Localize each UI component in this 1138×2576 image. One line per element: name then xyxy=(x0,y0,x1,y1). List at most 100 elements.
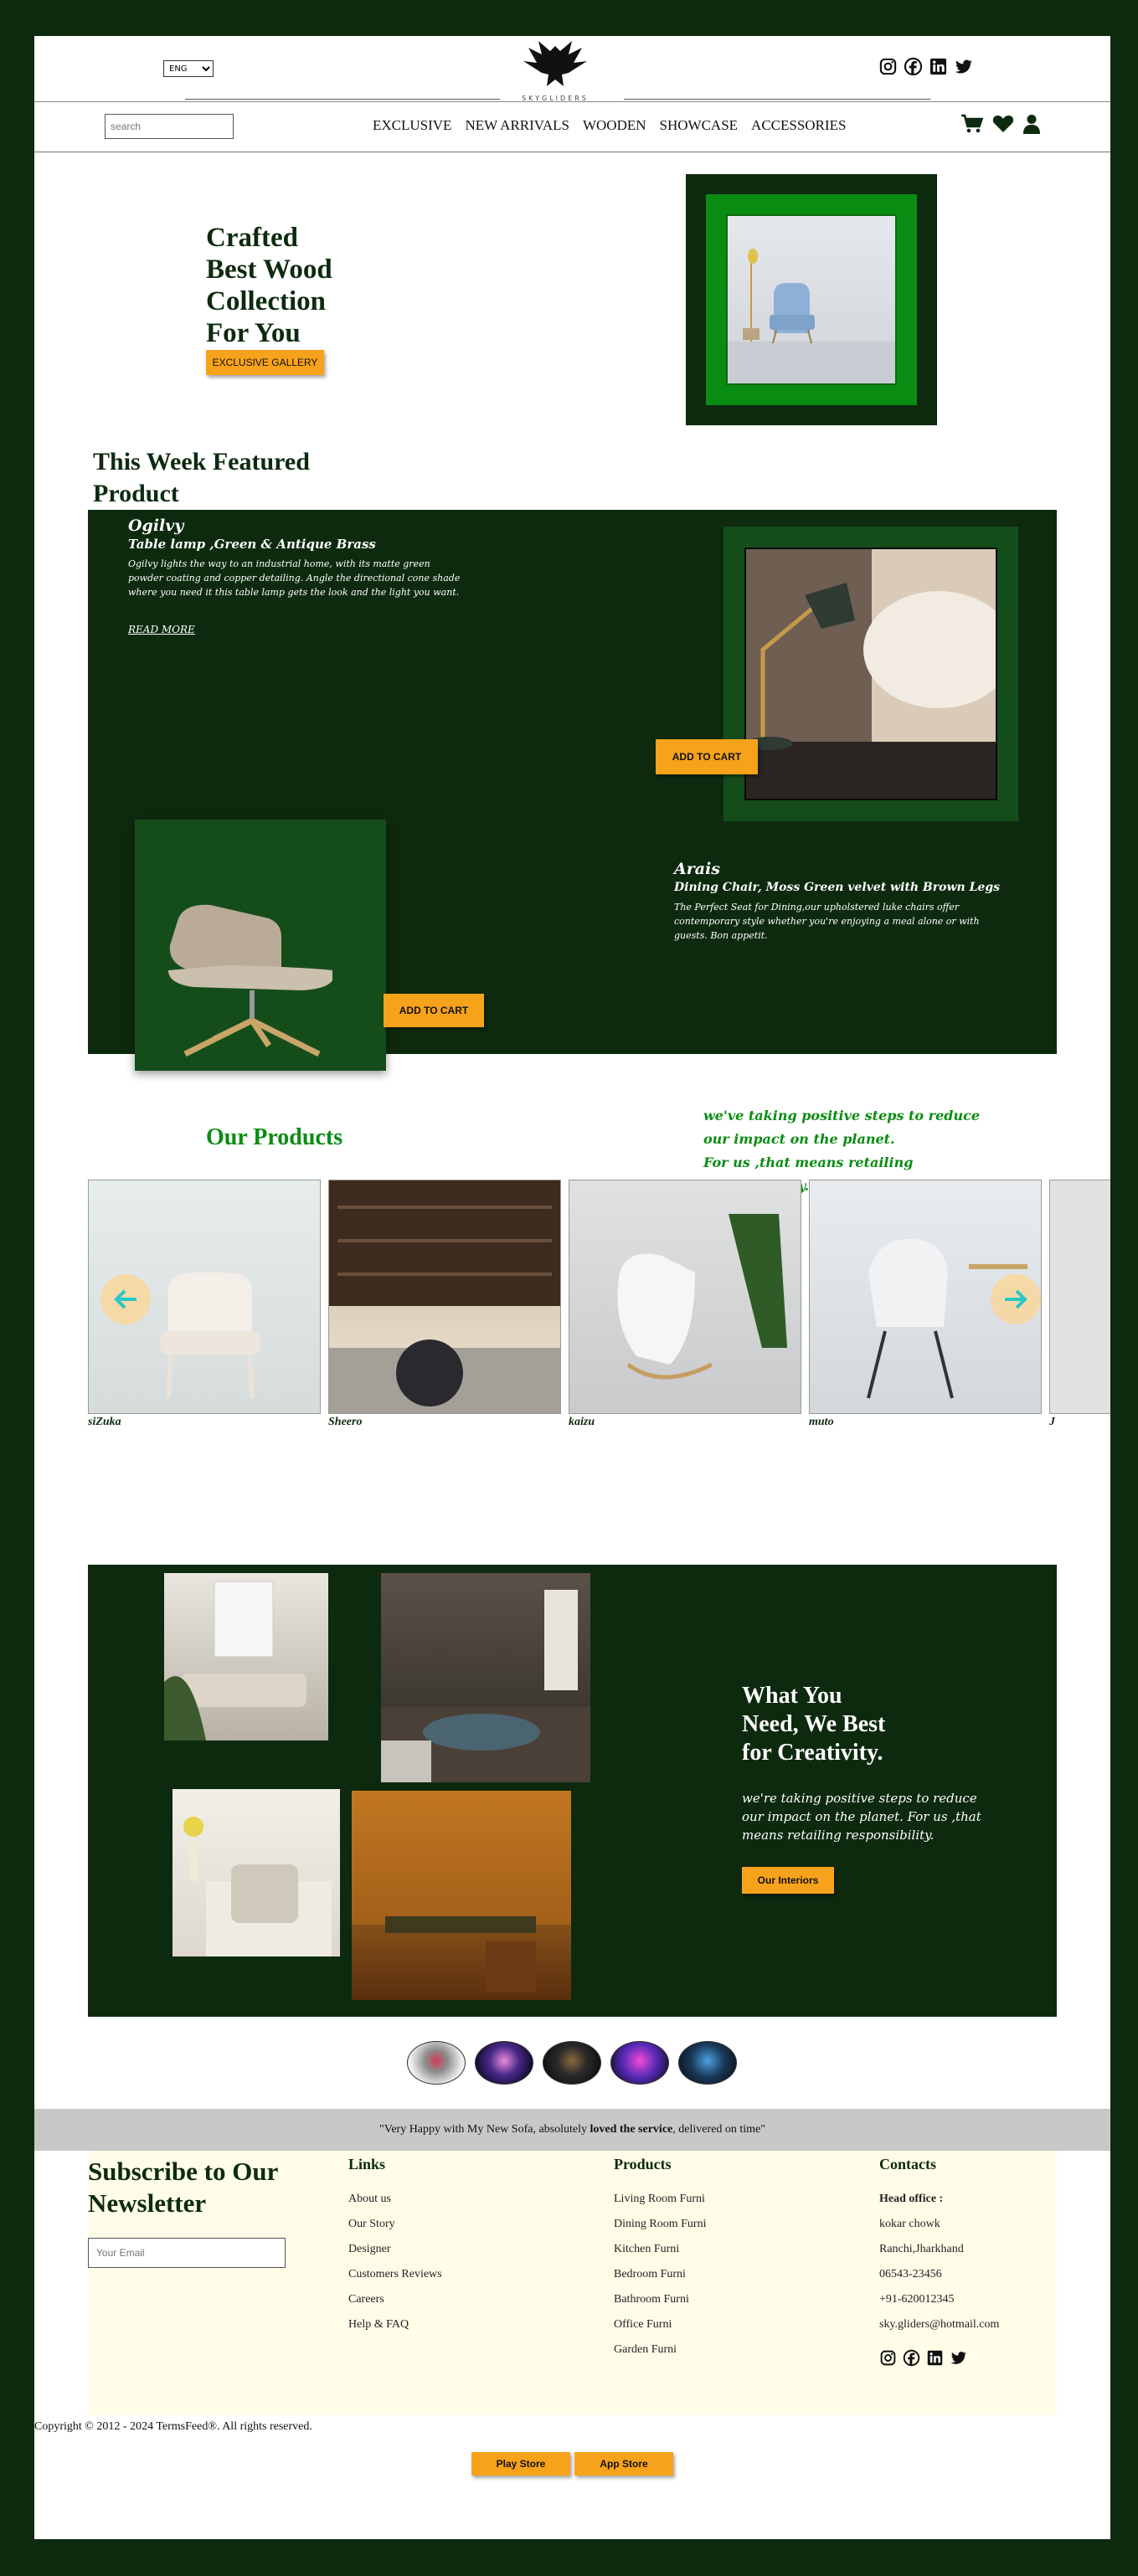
nav-showcase[interactable]: SHOWCASE xyxy=(660,117,739,134)
footer-product-link[interactable]: Bathroom Furni xyxy=(614,2287,706,2312)
footer-product-link[interactable]: Dining Room Furni xyxy=(614,2212,706,2237)
heart-icon[interactable] xyxy=(992,114,1014,134)
nav-exclusive[interactable]: EXCLUSIVE xyxy=(373,117,451,134)
avatar[interactable] xyxy=(475,2041,533,2085)
avatar[interactable] xyxy=(610,2041,669,2085)
dining-image xyxy=(352,1791,571,2000)
product-name: J xyxy=(1049,1416,1055,1428)
testimonial-text-end: , delivered on time" xyxy=(672,2123,765,2136)
nav-new-arrivals[interactable]: NEW ARRIVALS xyxy=(465,117,569,134)
product-name: Sheero xyxy=(328,1416,363,1428)
hero-title-line: Crafted xyxy=(206,223,298,253)
footer-product-link[interactable]: Kitchen Furni xyxy=(614,2237,706,2262)
products-title: Our Products xyxy=(206,1124,343,1150)
avatar[interactable] xyxy=(543,2041,601,2085)
testimonial-highlight: loved the service xyxy=(590,2123,673,2136)
linkedin-icon[interactable] xyxy=(926,2349,944,2367)
featured-title-line: This Week Featured xyxy=(93,448,310,476)
facebook-icon[interactable] xyxy=(904,57,923,76)
armchair-lamp-illustration xyxy=(728,249,895,383)
header-divider-right xyxy=(624,99,930,100)
cushion-illustration xyxy=(183,1817,332,1956)
linkedin-icon[interactable] xyxy=(929,57,948,76)
customer-avatars xyxy=(407,2041,737,2085)
featured-item2-description: The Perfect Seat for Dining,our upholste… xyxy=(674,902,980,941)
exclusive-gallery-button[interactable]: EXCLUSIVE GALLERY xyxy=(206,350,324,375)
carousel-next-button[interactable] xyxy=(991,1274,1041,1324)
add-to-cart-button[interactable]: ADD TO CART xyxy=(656,739,758,774)
cart-icon[interactable] xyxy=(960,114,984,134)
our-interiors-button[interactable]: Our Interiors xyxy=(742,1867,834,1894)
featured-title: This Week Featured Product xyxy=(93,446,310,510)
product-name: muto xyxy=(809,1416,834,1428)
footer-link[interactable]: Our Story xyxy=(348,2212,442,2237)
avatar[interactable] xyxy=(407,2041,466,2085)
product-name: kaizu xyxy=(569,1416,595,1428)
facebook-icon[interactable] xyxy=(903,2349,920,2367)
footer-product-link[interactable]: Garden Furni xyxy=(614,2337,706,2363)
creativity-section: What You Need, We Best for Creativity. w… xyxy=(88,1565,1057,2017)
avatar[interactable] xyxy=(678,2041,737,2085)
hero-image-frame xyxy=(686,174,937,425)
head-office-label: Head office : xyxy=(879,2193,944,2205)
instagram-icon[interactable] xyxy=(879,2349,897,2367)
lamp-image-frame xyxy=(723,527,1018,821)
featured-item1-name: Table lamp ,Green & Antique Brass xyxy=(128,537,376,552)
footer-product-link[interactable]: Living Room Furni xyxy=(614,2187,706,2212)
living-room-image xyxy=(164,1573,328,1740)
search-input[interactable] xyxy=(105,114,234,139)
footer-product-link[interactable]: Office Furni xyxy=(614,2312,706,2337)
twitter-icon[interactable] xyxy=(950,2349,967,2367)
contact-address: kokar chowk xyxy=(879,2218,940,2230)
cushion-image xyxy=(173,1789,340,1956)
header-top-rule xyxy=(34,101,1110,102)
featured-item1-brand: Ogilvy xyxy=(128,517,184,535)
hero-title-line: Collection xyxy=(206,286,326,316)
footer-link[interactable]: Designer xyxy=(348,2237,442,2262)
footer-link[interactable]: Careers xyxy=(348,2287,442,2312)
lounge-image xyxy=(381,1573,590,1782)
nav-wooden[interactable]: WOODEN xyxy=(583,117,646,134)
product-card[interactable]: Sheero xyxy=(328,1180,561,1429)
products-quote-line: our impact on the planet. xyxy=(703,1131,895,1147)
featured-section: Ogilvy Table lamp ,Green & Antique Brass… xyxy=(88,510,1057,1071)
product-card[interactable]: J xyxy=(1049,1180,1110,1429)
living-room-illustration xyxy=(164,1581,306,1740)
read-more-link[interactable]: READ MORE xyxy=(128,624,195,635)
footer-social-links xyxy=(879,2349,999,2367)
creativity-title-line: for Creativity. xyxy=(742,1740,883,1766)
footer-link[interactable]: Customers Reviews xyxy=(348,2262,442,2287)
newsletter-title: Subscribe to Our Newsletter xyxy=(88,2156,278,2219)
hero-image xyxy=(726,214,897,385)
contact-phone: 06543-23456 xyxy=(879,2268,942,2280)
testimonial-text-start: "Very Happy with My New Sofa, absolutely xyxy=(379,2123,590,2136)
brand-logo[interactable]: SKYGLIDERS xyxy=(513,36,597,107)
instagram-icon[interactable] xyxy=(878,57,898,76)
twitter-icon[interactable] xyxy=(954,57,973,76)
user-icon[interactable] xyxy=(1022,114,1041,134)
product-card[interactable]: kaizu xyxy=(569,1180,801,1429)
products-column-title: Products xyxy=(614,2156,672,2172)
header-divider-left xyxy=(185,99,500,100)
play-store-button[interactable]: Play Store xyxy=(471,2452,570,2476)
nav-accessories[interactable]: ACCESSORIES xyxy=(751,117,846,134)
footer-link[interactable]: About us xyxy=(348,2187,442,2212)
lounge-illustration xyxy=(381,1590,590,1782)
carousel-prev-button[interactable] xyxy=(100,1274,151,1324)
products-quote-line: we've taking positive steps to reduce xyxy=(703,1108,980,1123)
contact-email[interactable]: sky.gliders@hotmail.com xyxy=(879,2312,999,2337)
language-select[interactable]: ENG xyxy=(163,60,214,77)
copyright-text: Copyright © 2012 - 2024 TermsFeed®. All … xyxy=(34,2420,312,2433)
app-store-button[interactable]: App Store xyxy=(574,2452,673,2476)
contacts-title: Contacts xyxy=(879,2156,936,2172)
creativity-title: What You Need, We Best for Creativity. xyxy=(742,1682,935,1767)
products-column: Products Living Room Furni Dining Room F… xyxy=(614,2156,706,2363)
contact-mobile: +91-620012345 xyxy=(879,2293,955,2306)
hero-title-line: For You xyxy=(206,318,301,348)
add-to-cart-button[interactable]: ADD TO CART xyxy=(384,994,484,1027)
footer-link[interactable]: Help & FAQ xyxy=(348,2312,442,2337)
product-image xyxy=(328,1180,561,1414)
featured-title-line: Product xyxy=(93,480,179,507)
newsletter-email-field[interactable] xyxy=(88,2238,286,2268)
footer-product-link[interactable]: Bedroom Furni xyxy=(614,2262,706,2287)
